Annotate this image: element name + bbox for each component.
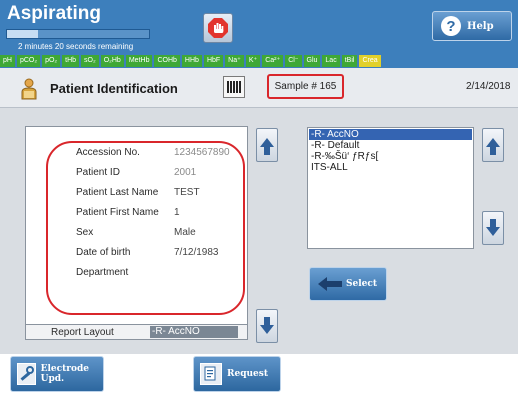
parameter-chip: tBil xyxy=(341,55,358,67)
dob-label: Date of birth xyxy=(76,247,131,258)
patient-id-label: Patient ID xyxy=(76,167,120,178)
parameter-chip: HHb xyxy=(181,55,202,67)
select-label: Select xyxy=(346,279,378,289)
report-layout-list[interactable]: -R- AccNO -R- Default -R-‰Šü‘ ƒRƒs[ITS-ALL xyxy=(307,127,474,249)
barcode-icon xyxy=(227,81,241,93)
info-scroll-down-button[interactable] xyxy=(256,309,278,343)
footer-bar: Electrode Upd. Request xyxy=(0,354,518,394)
barcode-scan-button[interactable] xyxy=(223,76,245,98)
accession-value[interactable]: 1234567890 xyxy=(174,147,230,158)
patient-identification-content: Accession No. 1234567890 Patient ID 2001… xyxy=(0,108,518,354)
parameter-strip: pH pCO₂ pO₂ tHb sO₂ O₂Hb MetHb COHb HHb HbF Na⁺ K⁺ C… xyxy=(0,55,480,67)
current-date: 2/14/2018 xyxy=(466,81,511,92)
accession-label: Accession No. xyxy=(76,147,140,158)
parameter-chip: HbF xyxy=(203,55,224,67)
help-question-icon: ? xyxy=(441,16,461,36)
parameter-chip: MetHb xyxy=(125,55,153,67)
electrode-icon xyxy=(17,363,36,385)
electrode-update-label: Electrode Upd. xyxy=(40,364,90,384)
page-title: Patient Identification xyxy=(50,81,178,96)
status-title: Aspirating xyxy=(7,3,101,24)
arrow-down-icon xyxy=(260,316,274,334)
last-name-value[interactable]: TEST xyxy=(174,187,200,198)
list-scroll-down-button[interactable] xyxy=(482,211,504,245)
report-layout-label: Report Layout xyxy=(51,327,114,338)
aspirating-screen: Aspirating 2 minutes 20 seconds remainin… xyxy=(0,0,518,394)
dob-value[interactable]: 7/12/1983 xyxy=(174,247,219,258)
parameter-chip: Ca²⁺ xyxy=(262,55,284,67)
hand-icon xyxy=(213,23,223,33)
electrode-update-button[interactable]: Electrode Upd. xyxy=(10,356,104,392)
first-name-label: Patient First Name xyxy=(76,207,159,218)
layout-list-item[interactable]: -R- AccNO xyxy=(309,129,472,140)
status-header: Aspirating 2 minutes 20 seconds remainin… xyxy=(0,0,518,68)
report-layout-row[interactable]: Report Layout -R- AccNO xyxy=(25,324,248,340)
parameter-chip: pCO₂ xyxy=(16,55,41,67)
arrow-up-icon xyxy=(486,137,500,155)
parameter-chip: pO₂ xyxy=(42,55,61,67)
patient-info-panel[interactable]: Accession No. 1234567890 Patient ID 2001… xyxy=(25,126,248,328)
request-label: Request xyxy=(227,369,268,379)
info-scroll-up-button[interactable] xyxy=(256,128,278,162)
patient-identification-bar: Patient Identification Sample # 165 2/14… xyxy=(0,68,518,108)
layout-list-item[interactable]: ITS-ALL xyxy=(309,162,472,173)
parameter-chip: O₂Hb xyxy=(100,55,124,67)
parameter-chip: Glu xyxy=(303,55,321,67)
document-icon xyxy=(204,366,216,381)
parameter-chip: Na⁺ xyxy=(225,55,244,67)
sex-label: Sex xyxy=(76,227,94,238)
help-label: Help xyxy=(467,20,494,32)
parameter-chip: Cl⁻ xyxy=(285,55,302,67)
last-name-label: Patient Last Name xyxy=(76,187,159,198)
aspiration-progress-bar xyxy=(6,29,150,39)
parameter-chip: pH xyxy=(0,55,15,67)
parameter-chip: COHb xyxy=(154,55,180,67)
stop-button[interactable] xyxy=(203,13,233,43)
sex-value[interactable]: Male xyxy=(174,227,196,238)
first-name-value[interactable]: 1 xyxy=(174,207,180,218)
department-label: Department xyxy=(76,267,129,278)
select-arrow-icon xyxy=(318,277,342,291)
layout-list-item[interactable]: -R- Default xyxy=(309,140,472,151)
parameter-chip: Crea xyxy=(359,55,381,67)
request-button[interactable]: Request xyxy=(193,356,281,392)
stop-hand-icon xyxy=(208,18,228,38)
parameter-chip: K⁺ xyxy=(245,55,261,67)
time-remaining: 2 minutes 20 seconds remaining xyxy=(18,42,134,51)
list-scroll-up-button[interactable] xyxy=(482,128,504,162)
arrow-up-icon xyxy=(260,137,274,155)
wrench-icon xyxy=(20,366,35,381)
parameter-chip: Lac xyxy=(322,55,340,67)
patient-icon xyxy=(21,78,37,100)
sample-number: Sample # 165 xyxy=(267,74,344,99)
parameter-chip: sO₂ xyxy=(81,55,99,67)
layout-list-item[interactable]: -R-‰Šü‘ ƒRƒs[ xyxy=(309,151,472,162)
report-layout-value[interactable]: -R- AccNO xyxy=(150,326,238,338)
aspiration-progress-fill xyxy=(7,30,39,38)
arrow-down-icon xyxy=(486,218,500,236)
patient-id-value[interactable]: 2001 xyxy=(174,167,196,178)
help-button[interactable]: ? Help xyxy=(432,11,512,41)
parameter-chip: tHb xyxy=(62,55,80,67)
select-button[interactable]: Select xyxy=(309,267,387,301)
request-icon xyxy=(200,363,222,385)
